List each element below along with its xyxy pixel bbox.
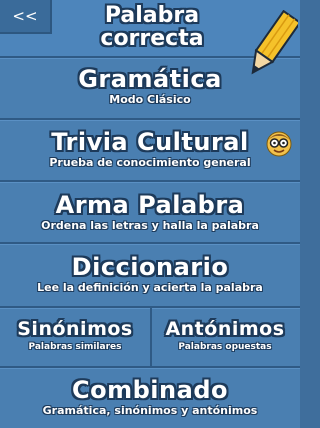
menu-subtitle-diccionario: Lee la definición y acierta la palabra — [37, 281, 263, 294]
app-screen: << Palabra correcta Gramática Modo Clási… — [0, 0, 300, 428]
menu-item-combinado[interactable]: Combinado Gramática, sinónimos y antónim… — [0, 368, 300, 428]
menu-subtitle-combinado: Gramática, sinónimos y antónimos — [42, 404, 258, 417]
menu-title-diccionario: Diccionario — [71, 253, 229, 281]
menu-title-trivia: Trivia Cultural — [51, 128, 249, 156]
menu-title-antonimos: Antónimos — [165, 318, 285, 340]
app-logo: Palabra correcta — [88, 4, 216, 50]
menu-subtitle-antonimos: Palabras opuestas — [178, 342, 272, 352]
pencil-icon — [251, 10, 298, 75]
menu-item-diccionario[interactable]: Diccionario Lee la definición y acierta … — [0, 244, 300, 308]
nerd-face-icon — [266, 131, 292, 157]
menu-subtitle-arma-palabra: Ordena las letras y halla la palabra — [41, 219, 259, 232]
menu-item-trivia[interactable]: Trivia Cultural Prueba de conocimiento g… — [0, 120, 300, 182]
menu-subtitle-trivia: Prueba de conocimiento general — [49, 156, 251, 169]
menu-item-antonimos[interactable]: Antónimos Palabras opuestas — [150, 308, 300, 368]
menu-title-sinonimos: Sinónimos — [17, 318, 133, 340]
menu-subtitle-sinonimos: Palabras similares — [28, 342, 122, 352]
menu-item-arma-palabra[interactable]: Arma Palabra Ordena las letras y halla l… — [0, 182, 300, 244]
menu-title-arma-palabra: Arma Palabra — [55, 191, 245, 219]
logo-line-2: correcta — [100, 26, 204, 51]
menu-subtitle-gramatica: Modo Clásico — [109, 93, 191, 106]
back-button[interactable]: << — [0, 0, 52, 34]
logo-line-1: Palabra — [104, 3, 200, 28]
menu-item-sinonimos[interactable]: Sinónimos Palabras similares — [0, 308, 150, 368]
column-divider — [150, 308, 152, 368]
menu-title-combinado: Combinado — [72, 376, 228, 404]
